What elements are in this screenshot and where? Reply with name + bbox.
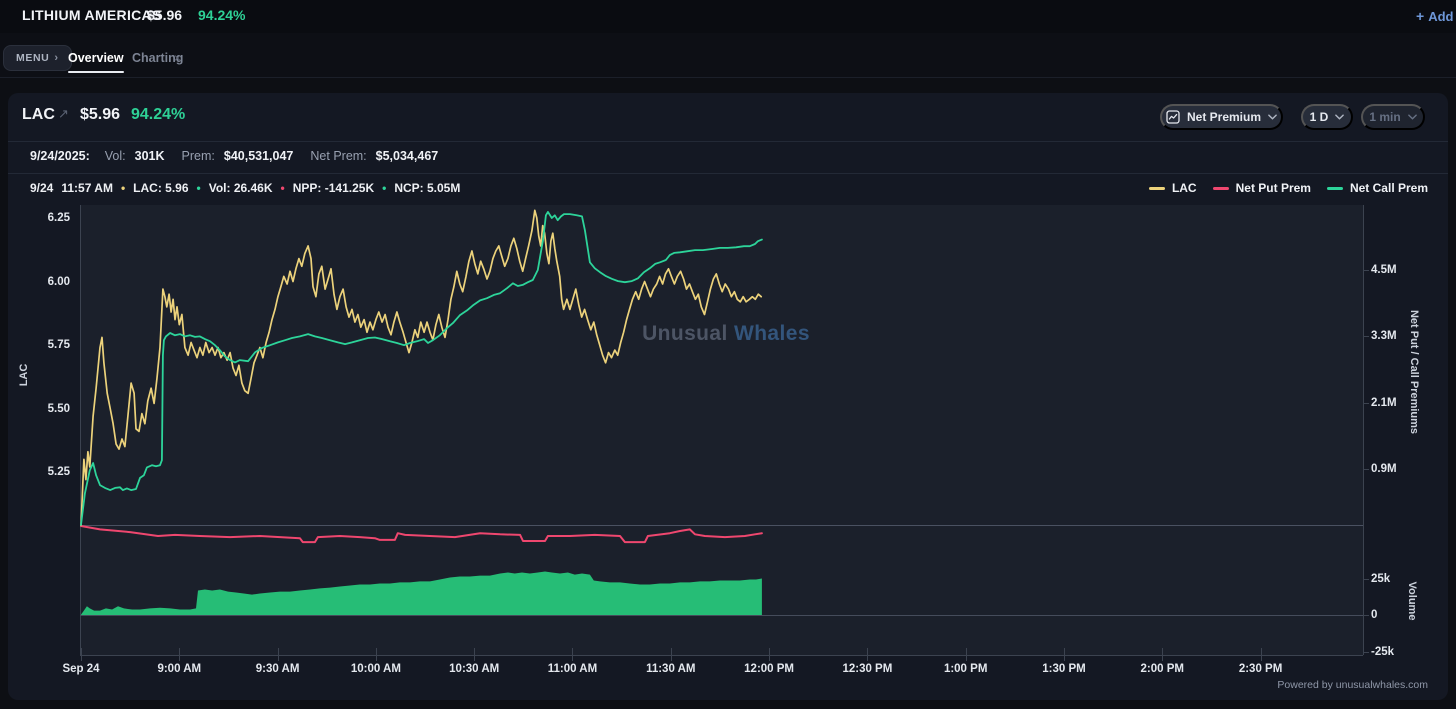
interval-label: 1 min — [1369, 110, 1401, 124]
bullet-icon: • — [382, 181, 387, 195]
net-premium-dropdown[interactable]: Net Premium — [1160, 104, 1283, 130]
day-summary-row: 9/24/2025: Vol: 301K Prem: $40,531,047 N… — [30, 149, 438, 163]
volume-label: Vol: — [104, 149, 126, 163]
chevron-down-icon — [1407, 114, 1417, 120]
premium-axis-tick: 0.9M — [1371, 463, 1397, 476]
interval-dropdown[interactable]: 1 min — [1361, 104, 1425, 130]
crosshair-readout: 9/24 11:57 AM • LAC: 5.96 • Vol: 26.46K … — [30, 181, 460, 195]
bullet-icon: • — [196, 181, 201, 195]
panel-change: 94.24% — [131, 106, 186, 123]
time-axis-tick: 10:00 AM — [350, 663, 401, 675]
range-label: 1 D — [1309, 110, 1329, 124]
app-window: LITHIUM AMERICAS $5.96 94.24% + Add MENU … — [0, 0, 1456, 709]
bullet-icon: • — [280, 181, 285, 195]
time-axis-tick: 12:00 PM — [744, 663, 795, 675]
plot-background — [80, 205, 1363, 655]
premium-axis-tick: 3.3M — [1371, 330, 1397, 343]
top-change: 94.24% — [198, 7, 246, 23]
legend-dash-icon — [1326, 186, 1343, 190]
legend-label: Net Put Prem — [1235, 181, 1311, 195]
volume-axis-tick: 0 — [1371, 609, 1378, 621]
menu-label: MENU — [16, 52, 50, 64]
bullet-icon: • — [120, 181, 126, 195]
legend-item[interactable]: Net Put Prem — [1212, 181, 1311, 195]
legend-dash-icon — [1148, 186, 1165, 190]
time-axis-tick: 10:30 AM — [449, 663, 500, 675]
time-axis-tick: 11:00 AM — [547, 663, 598, 675]
premium-value: $40,531,047 — [223, 149, 294, 163]
legend-item[interactable]: Net Call Prem — [1326, 181, 1428, 195]
panel-price: $5.96 — [80, 106, 121, 123]
time-axis-tick: 2:00 PM — [1140, 663, 1184, 675]
crosshair-time: 11:57 AM — [61, 181, 113, 195]
time-axis-tick: 1:30 PM — [1042, 663, 1086, 675]
price-axis-tick: 6.25 — [47, 212, 70, 224]
symbol-title: LAC — [22, 106, 55, 123]
time-axis-tick: Sep 24 — [62, 663, 100, 675]
net-premium-value: $5,034,467 — [375, 149, 439, 163]
crosshair-date: 9/24 — [30, 181, 54, 195]
divider — [8, 141, 1448, 142]
add-label: Add — [1428, 9, 1454, 24]
summary-date: 9/24/2025: — [30, 149, 90, 163]
chevron-down-icon — [1268, 114, 1277, 120]
price-axis-tick: 5.50 — [47, 402, 70, 415]
legend-item[interactable]: LAC — [1148, 181, 1197, 195]
tab-overview[interactable]: Overview — [68, 51, 124, 73]
price-axis-tick: 6.00 — [47, 275, 70, 288]
crosshair-ncp: NCP: 5.05M — [394, 181, 461, 195]
net-premium-summary-label: Net Prem: — [310, 149, 367, 163]
range-dropdown[interactable]: 1 D — [1301, 104, 1353, 130]
price-axis-tick: 5.25 — [47, 466, 70, 478]
time-axis-tick: 2:30 PM — [1238, 663, 1283, 675]
unusual-whales-watermark: Unusual Whales — [642, 322, 810, 345]
close-icon[interactable]: × — [174, 51, 181, 65]
volume-axis-title: Volume — [1406, 581, 1418, 621]
time-axis-tick: 1:00 PM — [943, 663, 988, 675]
time-axis-tick: 12:30 PM — [842, 663, 893, 675]
legend-label: LAC — [1171, 181, 1197, 195]
price-axis-tick: 5.75 — [47, 339, 70, 351]
legend-label: Net Call Prem — [1349, 181, 1428, 195]
divider — [8, 173, 1448, 174]
premium-axis-tick: 2.1M — [1371, 396, 1397, 409]
premium-axis-tick: 4.5M — [1371, 264, 1397, 276]
add-button[interactable]: + Add — [1416, 8, 1453, 24]
crosshair-vol: Vol: 26.46K — [208, 181, 273, 195]
time-axis-tick: 11:30 AM — [646, 663, 696, 675]
right-axis-title: Net Put / Call Premiums — [1408, 309, 1420, 435]
line-chart-icon — [1166, 110, 1180, 124]
menu-button[interactable]: MENU › — [3, 45, 72, 71]
chevron-right-icon: › — [54, 52, 59, 64]
external-link-icon[interactable]: ↗ — [58, 106, 69, 122]
volume-value: 301K — [134, 149, 165, 163]
company-name: LITHIUM AMERICAS — [22, 7, 162, 23]
tab-bar: MENU › Overview Charting × — [0, 33, 1456, 78]
crosshair-lac: LAC: 5.96 — [133, 181, 189, 195]
time-axis-tick: 9:30 AM — [255, 663, 300, 675]
premium-label: Prem: — [181, 149, 215, 163]
chevron-down-icon — [1335, 114, 1345, 120]
chart-legend: LAC Net Put Prem Net Call Prem — [1148, 181, 1428, 195]
volume-axis-tick: -25k — [1371, 645, 1395, 658]
legend-dash-icon — [1212, 186, 1229, 190]
plus-icon: + — [1416, 8, 1425, 24]
top-bar: LITHIUM AMERICAS $5.96 94.24% + Add — [0, 0, 1456, 33]
top-price: $5.96 — [147, 7, 183, 23]
time-axis-tick: 9:00 AM — [157, 663, 202, 675]
left-axis-title: LAC — [18, 363, 30, 387]
volume-axis-tick: 25k — [1371, 572, 1391, 585]
crosshair-npp: NPP: -141.25K — [292, 181, 375, 195]
net-premium-label: Net Premium — [1186, 110, 1262, 124]
powered-by-link[interactable]: Powered by unusualwhales.com — [1277, 679, 1428, 691]
